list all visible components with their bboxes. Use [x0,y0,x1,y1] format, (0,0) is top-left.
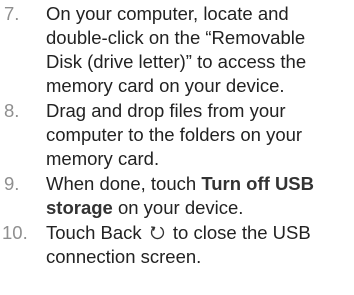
back-icon [150,226,164,240]
step-number: 8. [4,100,20,121]
step-text: On your computer, locate and double-clic… [46,3,307,96]
instruction-steps: 7. On your computer, locate and double-c… [0,2,354,270]
step-7: 7. On your computer, locate and double-c… [0,2,354,98]
step-number: 10. [2,222,28,243]
step-10: 10. Touch Back to close the USB connecti… [0,221,354,269]
step-8: 8. Drag and drop files from your compute… [0,99,354,171]
step-number: 9. [4,173,20,194]
step-number: 7. [4,3,20,24]
step-9: 9. When done, touch Turn off USB storage… [0,172,354,220]
step-text: Drag and drop files from your computer t… [46,100,303,169]
step-text-before: When done, touch [46,173,202,194]
step-text-before: Touch Back [46,222,147,243]
step-text-after: on your device. [112,197,244,218]
